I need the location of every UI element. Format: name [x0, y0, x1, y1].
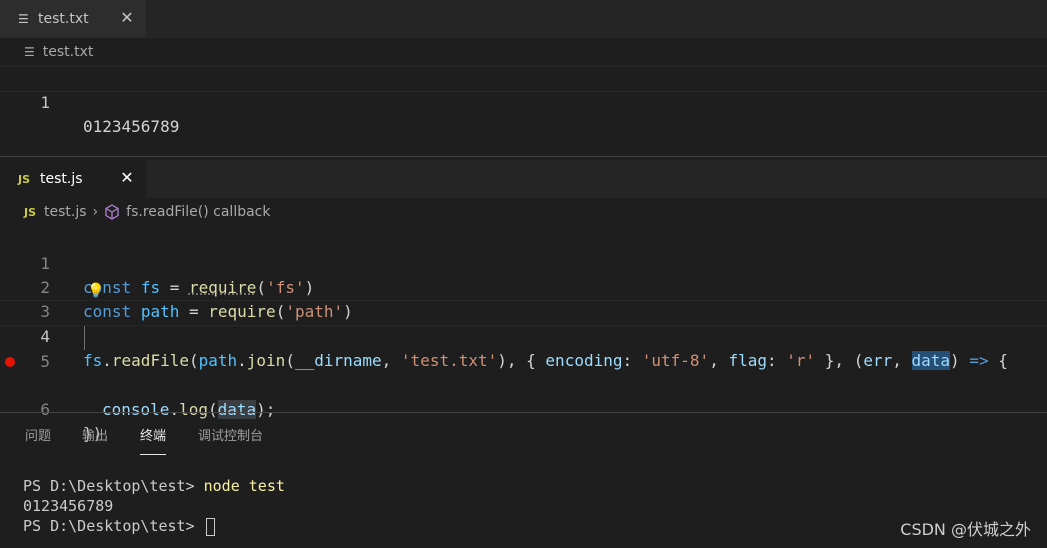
- terminal-cursor: [205, 517, 215, 536]
- js-file-icon: JS: [24, 205, 37, 219]
- tab-output[interactable]: 输出: [82, 415, 108, 459]
- code-line: 5 console.log(data);: [0, 326, 1047, 419]
- breadcrumb: ☰ test.txt: [0, 38, 1047, 66]
- indent-guide: [84, 326, 85, 350]
- editor-divider[interactable]: [0, 156, 1047, 157]
- tab-test-js[interactable]: JS test.js ✕: [0, 160, 146, 198]
- terminal-line: PS D:\Desktop\test>: [23, 516, 285, 536]
- breadcrumb: JS test.js › fs.readFile() callback: [0, 198, 1047, 226]
- js-file-icon: JS: [18, 172, 31, 186]
- close-icon[interactable]: ✕: [118, 169, 136, 187]
- tab-label: test.txt: [38, 11, 89, 27]
- panel-tab-bar: 问题 输出 终端 调试控制台: [0, 415, 1047, 459]
- close-icon[interactable]: ✕: [118, 9, 136, 27]
- code-line: 1 const fs = require('fs'): [0, 228, 1047, 297]
- code-editor[interactable]: 1 const fs = require('fs') 2 const path …: [0, 226, 1047, 443]
- bottom-tab-bar: JS test.js ✕: [0, 160, 1047, 198]
- tab-label: test.js: [40, 171, 83, 187]
- code-line: 1 0123456789: [0, 66, 1047, 136]
- breadcrumb-symbol[interactable]: fs.readFile() callback: [126, 204, 270, 220]
- code-line: 3 💡: [0, 276, 1047, 321]
- line-number: 1: [40, 93, 50, 112]
- code-line: 2 const path = require('path'): [0, 252, 1047, 321]
- text-editor[interactable]: 1 0123456789: [0, 66, 1047, 136]
- terminal[interactable]: PS D:\Desktop\test> node test 0123456789…: [23, 476, 285, 536]
- breadcrumb-file[interactable]: test.js: [44, 204, 87, 220]
- breakpoint-icon[interactable]: [5, 357, 15, 367]
- tab-test-txt[interactable]: ☰ test.txt ✕: [0, 0, 146, 38]
- method-cube-icon: [105, 204, 119, 220]
- code-line: 6 }): [0, 350, 1047, 443]
- tab-debug-console[interactable]: 调试控制台: [198, 415, 263, 459]
- top-editor-group: ☰ test.txt ✕ ☰ test.txt 1 0123456789: [0, 0, 1047, 156]
- line-text: 0123456789: [83, 117, 180, 136]
- text-file-icon: ☰: [24, 45, 35, 59]
- top-tab-bar: ☰ test.txt ✕: [0, 0, 1047, 38]
- text-file-icon: ☰: [18, 12, 29, 26]
- watermark: CSDN @伏城之外: [900, 520, 1031, 539]
- tab-problems[interactable]: 问题: [25, 415, 51, 459]
- terminal-line: PS D:\Desktop\test> node test: [23, 477, 285, 495]
- code-line: 4 fs.readFile(path.join(__dirname, 'test…: [0, 300, 1047, 370]
- terminal-line: 0123456789: [23, 497, 114, 515]
- tab-terminal[interactable]: 终端: [140, 415, 167, 459]
- bottom-editor-group: JS test.js ✕ JS test.js › fs.readFile() …: [0, 160, 1047, 443]
- panel-divider[interactable]: [0, 412, 1047, 413]
- chevron-right-icon: ›: [92, 204, 99, 220]
- breadcrumb-file[interactable]: test.txt: [43, 44, 94, 60]
